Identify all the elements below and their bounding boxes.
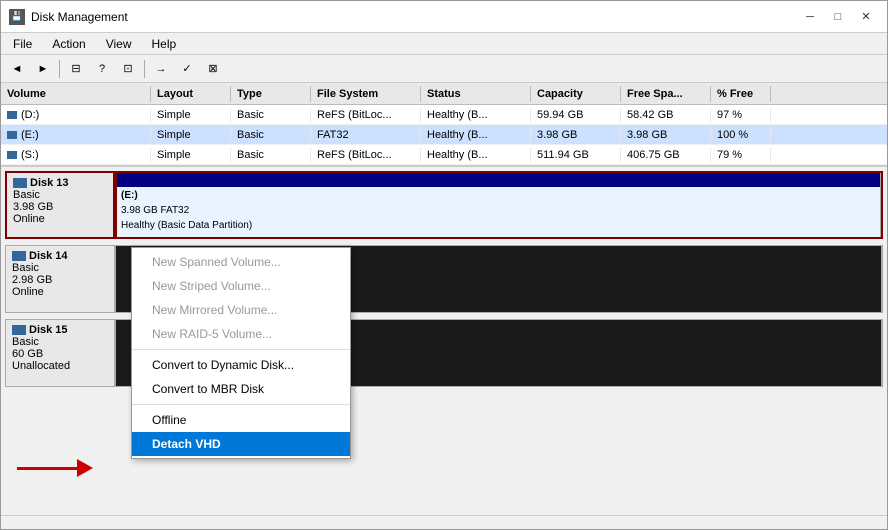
- cell-pctfree: 79 %: [711, 148, 771, 162]
- cell-freespace: 58.42 GB: [621, 108, 711, 122]
- header-pctfree: % Free: [711, 86, 771, 102]
- cell-volume: (S:): [1, 148, 151, 162]
- cell-pctfree: 100 %: [711, 128, 771, 142]
- context-menu-item-detach-vhd[interactable]: Detach VHD: [132, 432, 350, 456]
- disk-view[interactable]: Disk 13 Basic 3.98 GB Online (E:)3.98 GB…: [1, 167, 887, 515]
- menu-view[interactable]: View: [98, 35, 140, 53]
- toolbar-btn-3[interactable]: ⊡: [116, 58, 140, 80]
- toolbar-btn-6[interactable]: ⊠: [201, 58, 225, 80]
- cell-filesystem: FAT32: [311, 128, 421, 142]
- arrow-line: [17, 467, 77, 470]
- window-title: Disk Management: [31, 10, 128, 24]
- menu-file[interactable]: File: [5, 35, 40, 53]
- forward-button[interactable]: ►: [31, 58, 55, 80]
- disk-label: Disk 14 Basic 2.98 GB Online: [5, 245, 115, 313]
- table-row[interactable]: (E:) Simple Basic FAT32 Healthy (B... 3.…: [1, 125, 887, 145]
- cell-capacity: 59.94 GB: [531, 108, 621, 122]
- toolbar-btn-1[interactable]: ⊟: [64, 58, 88, 80]
- cell-capacity: 511.94 GB: [531, 148, 621, 162]
- toolbar-btn-5[interactable]: ✓: [175, 58, 199, 80]
- table-row[interactable]: (S:) Simple Basic ReFS (BitLoc... Health…: [1, 145, 887, 165]
- context-menu-item-convert-to-mbr-disk[interactable]: Convert to MBR Disk: [132, 377, 350, 401]
- table-header-row: Volume Layout Type File System Status Ca…: [1, 83, 887, 105]
- toolbar-sep-1: [59, 60, 60, 78]
- cell-capacity: 3.98 GB: [531, 128, 621, 142]
- cell-type: Basic: [231, 148, 311, 162]
- header-volume: Volume: [1, 86, 151, 102]
- window-controls: ─ □ ✕: [797, 7, 879, 27]
- cell-type: Basic: [231, 108, 311, 122]
- cell-layout: Simple: [151, 148, 231, 162]
- menu-help[interactable]: Help: [144, 35, 185, 53]
- arrow-annotation: [17, 459, 93, 477]
- context-menu-item-new-mirrored-volume...: New Mirrored Volume...: [132, 298, 350, 322]
- disk-row[interactable]: Disk 13 Basic 3.98 GB Online (E:)3.98 GB…: [5, 171, 883, 239]
- partition-header-bar: [117, 173, 880, 187]
- menu-action[interactable]: Action: [44, 35, 93, 53]
- header-capacity: Capacity: [531, 86, 621, 102]
- context-menu-item-new-striped-volume...: New Striped Volume...: [132, 274, 350, 298]
- context-menu-item-new-spanned-volume...: New Spanned Volume...: [132, 250, 350, 274]
- toolbar: ◄ ► ⊟ ? ⊡ → ✓ ⊠: [1, 55, 887, 83]
- cell-status: Healthy (B...: [421, 148, 531, 162]
- disk-partitions: (E:)3.98 GB FAT32Healthy (Basic Data Par…: [115, 171, 883, 239]
- disk-label: Disk 15 Basic 60 GB Unallocated: [5, 319, 115, 387]
- main-window: 💾 Disk Management ─ □ ✕ File Action View…: [0, 0, 888, 530]
- header-filesystem: File System: [311, 86, 421, 102]
- context-menu: New Spanned Volume...New Striped Volume.…: [131, 247, 351, 459]
- back-button[interactable]: ◄: [5, 58, 29, 80]
- context-menu-separator: [132, 404, 350, 405]
- cell-layout: Simple: [151, 128, 231, 142]
- context-menu-item-convert-to-dynamic-disk...[interactable]: Convert to Dynamic Disk...: [132, 353, 350, 377]
- cell-layout: Simple: [151, 108, 231, 122]
- header-type: Type: [231, 86, 311, 102]
- cell-type: Basic: [231, 128, 311, 142]
- bottom-scrollbar[interactable]: [1, 515, 887, 529]
- cell-freespace: 3.98 GB: [621, 128, 711, 142]
- table-row[interactable]: (D:) Simple Basic ReFS (BitLoc... Health…: [1, 105, 887, 125]
- cell-filesystem: ReFS (BitLoc...: [311, 108, 421, 122]
- app-icon: 💾: [9, 9, 25, 25]
- arrow-head: [77, 459, 93, 477]
- header-status: Status: [421, 86, 531, 102]
- toolbar-sep-2: [144, 60, 145, 78]
- context-menu-item-new-raid-5-volume...: New RAID-5 Volume...: [132, 322, 350, 346]
- partition[interactable]: (E:)3.98 GB FAT32Healthy (Basic Data Par…: [117, 173, 881, 237]
- context-menu-separator: [132, 349, 350, 350]
- context-menu-item-offline[interactable]: Offline: [132, 408, 350, 432]
- cell-status: Healthy (B...: [421, 108, 531, 122]
- volume-table: Volume Layout Type File System Status Ca…: [1, 83, 887, 167]
- cell-volume: (D:): [1, 108, 151, 122]
- menu-bar: File Action View Help: [1, 33, 887, 55]
- cell-pctfree: 97 %: [711, 108, 771, 122]
- toolbar-btn-4[interactable]: →: [149, 58, 173, 80]
- minimize-button[interactable]: ─: [797, 7, 823, 27]
- cell-freespace: 406.75 GB: [621, 148, 711, 162]
- cell-volume: (E:): [1, 128, 151, 142]
- close-button[interactable]: ✕: [853, 7, 879, 27]
- maximize-button[interactable]: □: [825, 7, 851, 27]
- title-bar-left: 💾 Disk Management: [9, 9, 128, 25]
- toolbar-btn-2[interactable]: ?: [90, 58, 114, 80]
- disk-label: Disk 13 Basic 3.98 GB Online: [5, 171, 115, 239]
- partition-content: (E:)3.98 GB FAT32Healthy (Basic Data Par…: [121, 188, 876, 233]
- title-bar: 💾 Disk Management ─ □ ✕: [1, 1, 887, 33]
- table-body: (D:) Simple Basic ReFS (BitLoc... Health…: [1, 105, 887, 165]
- header-freespace: Free Spa...: [621, 86, 711, 102]
- header-layout: Layout: [151, 86, 231, 102]
- cell-filesystem: ReFS (BitLoc...: [311, 148, 421, 162]
- cell-status: Healthy (B...: [421, 128, 531, 142]
